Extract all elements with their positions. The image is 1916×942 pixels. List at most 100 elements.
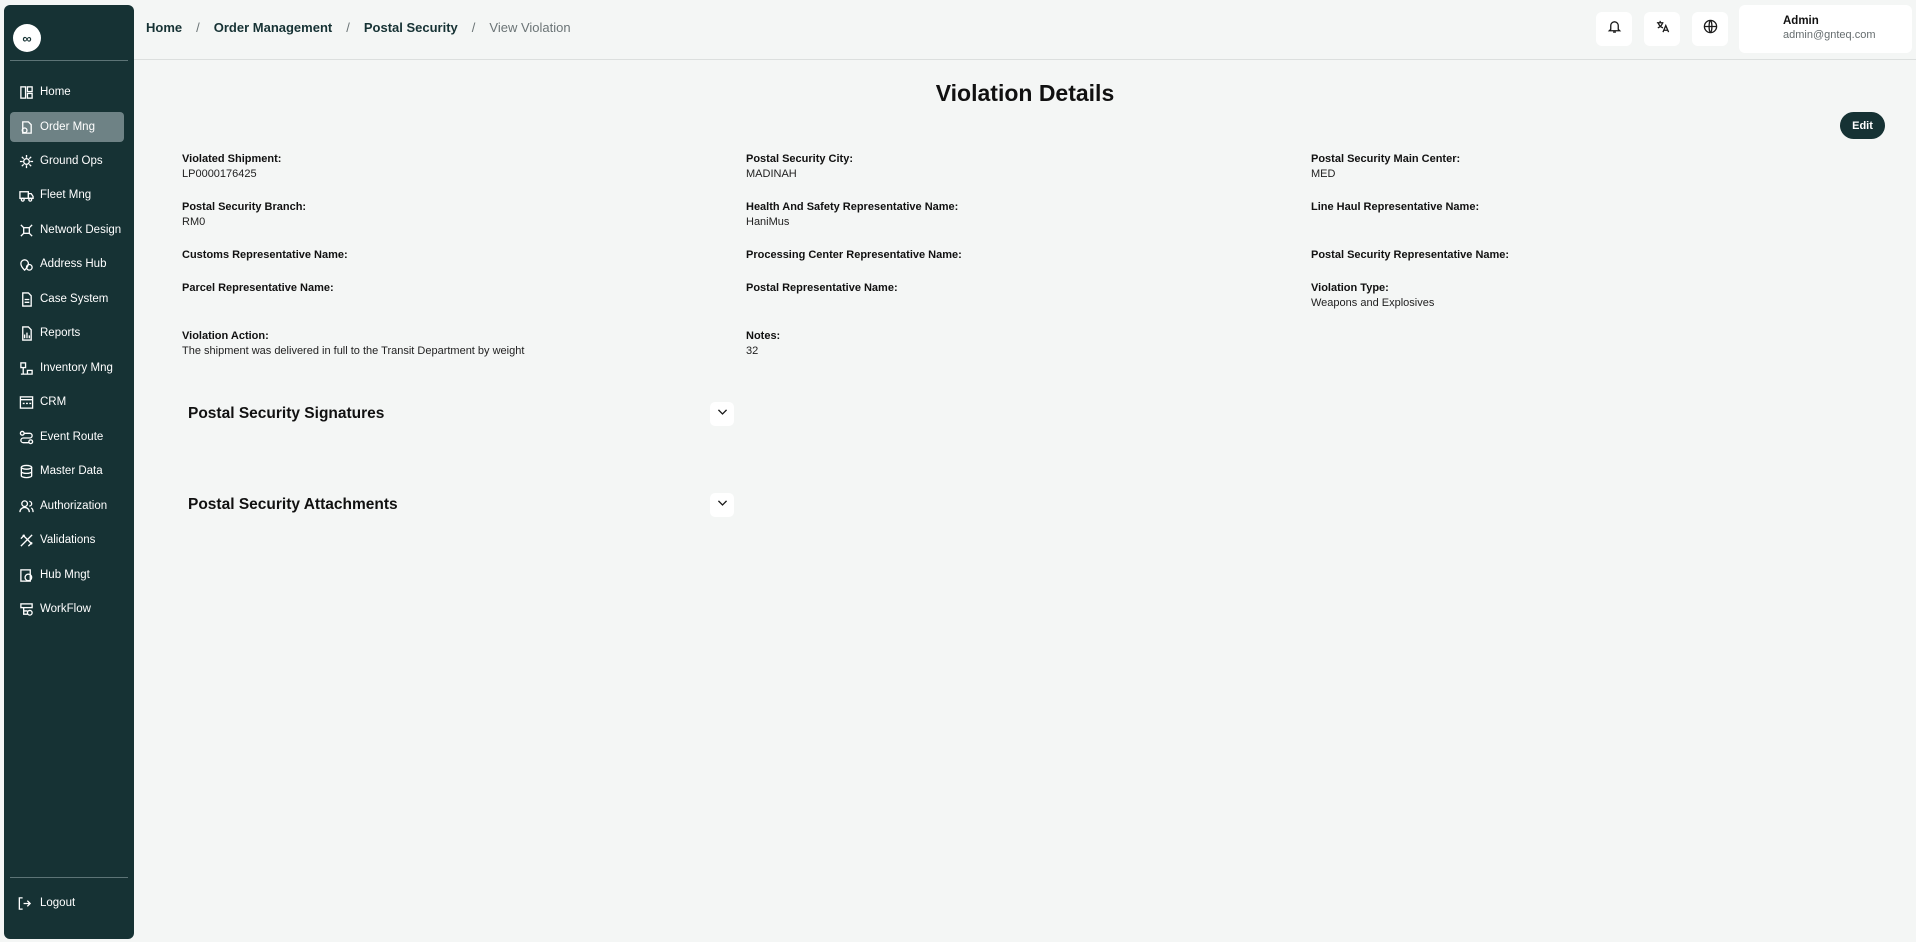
field-label: Violation Action: [182,330,269,342]
field-value: Weapons and Explosives [1311,297,1435,309]
sidebar-item-authorization[interactable]: Authorization [10,491,124,521]
sidebar-item-validations[interactable]: Validations [10,525,124,555]
sidebar-item-order-mng[interactable]: Order Mng [10,112,124,142]
database-icon [18,463,34,479]
truck-icon [18,187,34,203]
field-label: Customs Representative Name: [182,249,348,261]
field-health-safety-rep: Health And Safety Representative Name: H… [746,201,958,228]
sidebar-item-reports[interactable]: Reports [10,318,124,348]
field-value: HaniMus [746,216,790,228]
breadcrumb-order-management[interactable]: Order Management [214,20,332,35]
breadcrumb-view-violation: View Violation [489,20,571,35]
notifications-button[interactable] [1596,12,1632,46]
globe-icon [1703,19,1718,39]
field-line-haul-rep: Line Haul Representative Name: [1311,201,1479,216]
sidebar-item-label: Home [40,86,71,98]
field-postal-security-main-center: Postal Security Main Center: MED [1311,153,1460,180]
logout-label: Logout [40,897,76,909]
field-label: Postal Security Main Center: [1311,153,1461,165]
sidebar-item-network-design[interactable]: Network Design [10,215,124,245]
breadcrumb-postal-security[interactable]: Postal Security [364,20,458,35]
breadcrumb-home[interactable]: Home [146,20,182,35]
sidebar-item-label: Event Route [40,431,104,443]
sidebar-item-label: Reports [40,327,81,339]
field-value: MED [1311,168,1336,180]
sidebar-item-fleet-mng[interactable]: Fleet Mng [10,180,124,210]
sidebar-item-address-hub[interactable]: Address Hub [10,249,124,279]
logout-button[interactable]: Logout [16,895,75,911]
sidebar-item-label: Case System [40,293,109,305]
field-label: Notes: [746,330,781,342]
breadcrumb-separator: / [471,20,476,35]
sidebar-item-case-system[interactable]: Case System [10,284,124,314]
order-icon [18,119,34,135]
sidebar-item-label: Address Hub [40,258,107,270]
address-icon [18,256,34,272]
field-label: Postal Security Branch: [182,201,307,213]
sidebar-item-inventory-mng[interactable]: Inventory Mng [10,353,124,383]
field-violation-type: Violation Type: Weapons and Explosives [1311,282,1434,309]
route-icon [18,429,34,445]
sidebar-item-label: WorkFlow [40,603,91,615]
field-label: Violation Type: [1311,282,1389,294]
field-value: 32 [746,345,759,357]
language-button[interactable] [1692,12,1728,46]
breadcrumb-separator: / [346,20,350,35]
field-label: Line Haul Representative Name: [1311,201,1480,213]
inventory-icon [18,360,34,376]
breadcrumb: Home / Order Management / Postal Securit… [146,20,571,35]
field-postal-rep: Postal Representative Name: [746,282,898,297]
home-icon [18,84,34,100]
field-value: The shipment was delivered in full to th… [182,345,525,357]
field-parcel-rep: Parcel Representative Name: [182,282,334,297]
sidebar-item-label: Network Design [40,224,122,236]
field-label: Violated Shipment: [182,153,282,165]
sidebar-item-workflow[interactable]: WorkFlow [10,594,124,624]
sidebar-item-master-data[interactable]: Master Data [10,456,124,486]
sidebar-item-label: Ground Ops [40,155,103,167]
app-logo[interactable]: ∞ [13,24,41,52]
edit-button[interactable]: Edit [1840,112,1885,139]
hub-icon [18,567,34,583]
sidebar-item-event-route[interactable]: Event Route [10,422,124,452]
sidebar-item-label: Master Data [40,465,103,477]
network-icon [18,222,34,238]
section-title-signatures[interactable]: Postal Security Signatures [188,405,384,423]
chevron-down-icon [716,405,729,423]
section-title-attachments[interactable]: Postal Security Attachments [188,496,398,514]
field-customs-rep: Customs Representative Name: [182,249,348,264]
sidebar-item-label: Hub Mngt [40,569,90,581]
sidebar-item-home[interactable]: Home [10,77,124,107]
field-notes: Notes: 32 [746,330,780,357]
sidebar-item-ground-ops[interactable]: Ground Ops [10,146,124,176]
field-postal-security-rep: Postal Security Representative Name: [1311,249,1509,264]
field-value: LP0000176425 [182,168,257,180]
field-postal-security-city: Postal Security City: MADINAH [746,153,853,180]
sidebar-item-label: Fleet Mng [40,189,92,201]
sidebar-item-crm[interactable]: CRM [10,387,124,417]
field-label: Postal Representative Name: [746,282,898,294]
sidebar-divider [10,60,128,61]
reports-icon [18,325,34,341]
field-label: Parcel Representative Name: [182,282,334,294]
workflow-icon [18,601,34,617]
sidebar: ∞ Home Order Mng Ground Ops Fleet Mng Ne… [4,5,134,939]
user-name: Admin [1783,15,1819,27]
translate-icon [1655,19,1670,39]
field-processing-center-rep: Processing Center Representative Name: [746,249,962,264]
translate-button[interactable] [1644,12,1680,46]
sidebar-item-label: Inventory Mng [40,362,113,374]
user-profile-card[interactable]: Admin admin@gnteq.com [1739,5,1912,53]
sidebar-item-label: Order Mng [40,121,95,133]
sidebar-item-hub-mngt[interactable]: Hub Mngt [10,560,124,590]
field-label: Health And Safety Representative Name: [746,201,959,213]
ground-ops-icon [18,153,34,169]
sidebar-divider [10,877,128,878]
bell-icon [1607,19,1622,39]
field-label: Processing Center Representative Name: [746,249,962,261]
validations-icon [18,532,34,548]
attachments-toggle-button[interactable] [710,493,734,517]
field-postal-security-branch: Postal Security Branch: RM0 [182,201,306,228]
signatures-toggle-button[interactable] [710,402,734,426]
field-violation-action: Violation Action: The shipment was deliv… [182,330,524,357]
